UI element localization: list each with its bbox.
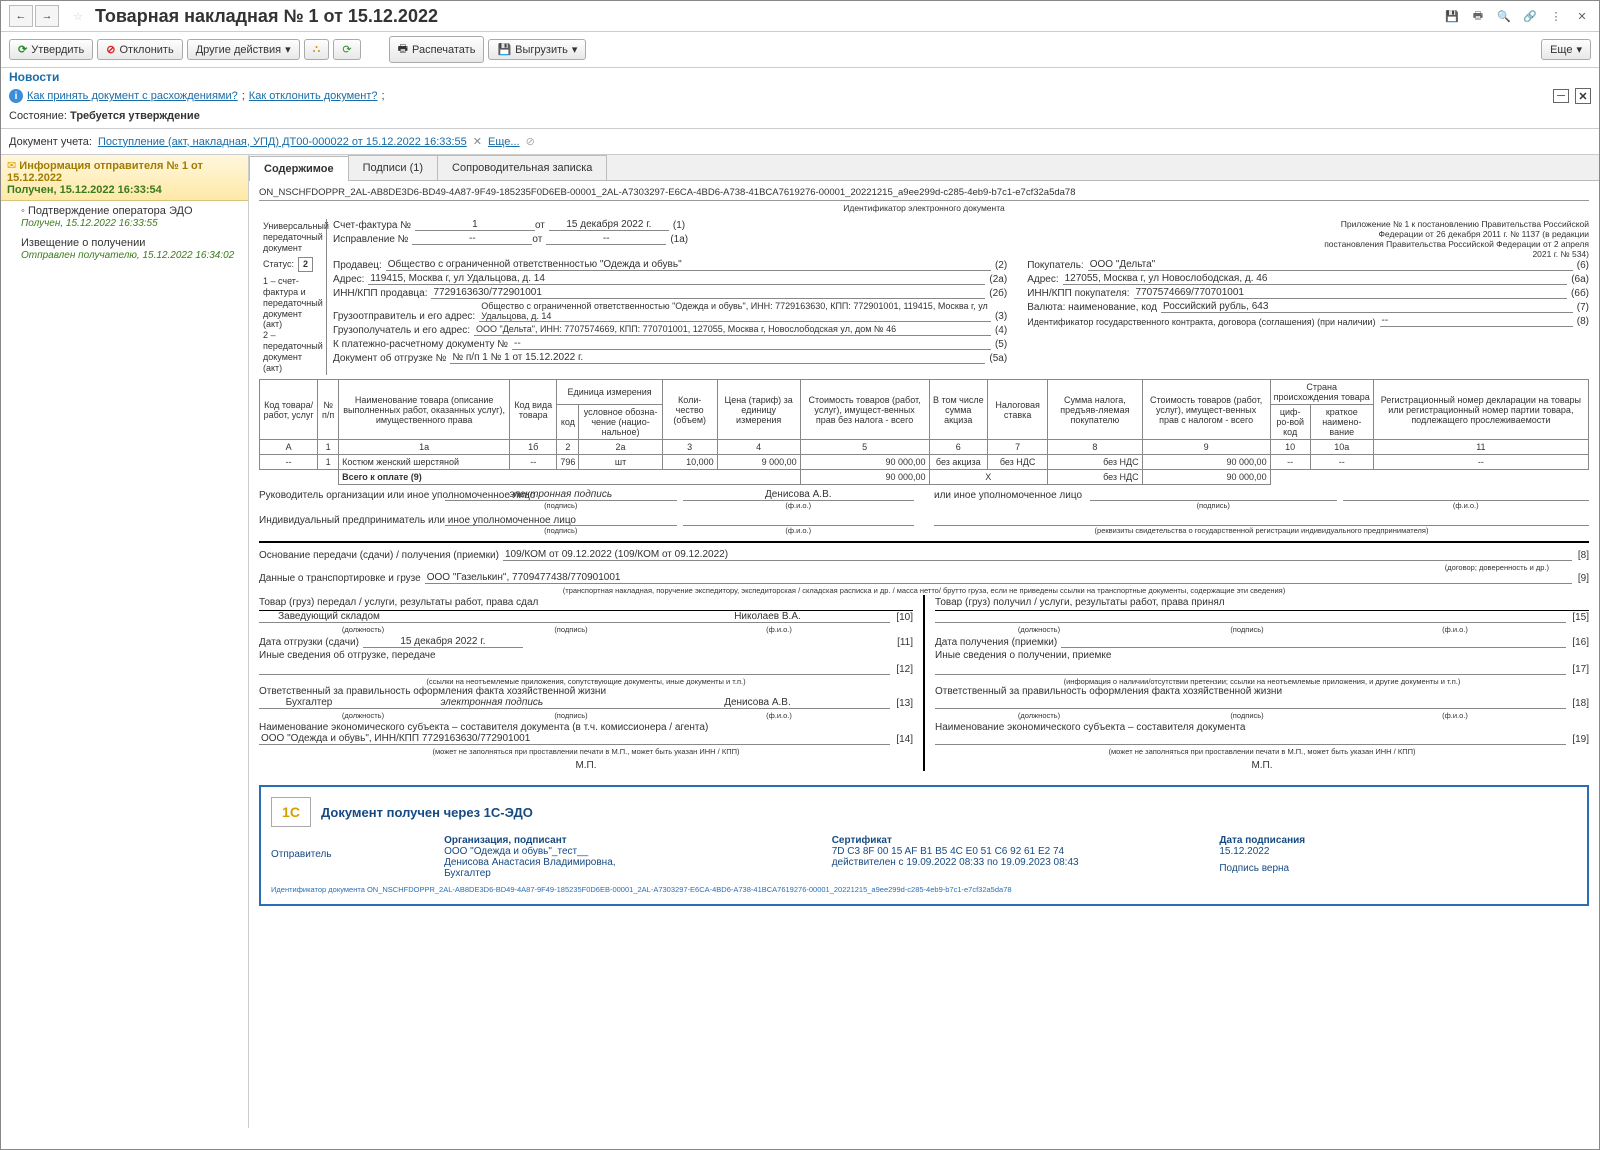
tab-signatures[interactable]: Подписи (1) xyxy=(348,155,438,180)
save-icon[interactable]: 💾 xyxy=(1443,7,1461,25)
edo-box: 1C Документ получен через 1С-ЭДО Отправи… xyxy=(259,785,1589,906)
state-label: Состояние: xyxy=(9,110,67,122)
check-icon: ⟳ xyxy=(18,43,27,56)
total-row: Всего к оплате (9)90 000,00Xбез НДС90 00… xyxy=(260,470,1589,485)
invoice-table: Код товара/ работ, услуг№ п/пНаименовани… xyxy=(259,379,1589,485)
approve-button[interactable]: ⟳Утвердить xyxy=(9,39,93,60)
help-link-1[interactable]: Как принять документ с расхождениями? xyxy=(27,90,238,102)
back-button[interactable]: ← xyxy=(9,5,33,27)
status-value: 2 xyxy=(298,257,313,272)
bullet-icon: ◦ xyxy=(21,205,25,217)
tab-content[interactable]: Содержимое xyxy=(249,156,349,181)
more-button[interactable]: Еще ▾ xyxy=(1541,39,1591,60)
edo-logo: 1C xyxy=(271,797,311,827)
print-icon[interactable]: 🖶 xyxy=(1469,7,1487,25)
refresh-icon: ⟳ xyxy=(342,43,351,56)
export-button[interactable]: 💾Выгрузить ▾ xyxy=(488,39,586,60)
help-link-2[interactable]: Как отклонить документ? xyxy=(249,90,378,102)
doc-more-link[interactable]: Еще... xyxy=(488,136,520,148)
signature-valid: Подпись верна xyxy=(1219,863,1577,874)
side-item-1[interactable]: ◦ Подтверждение оператора ЭДО Получен, 1… xyxy=(1,201,248,233)
doc-label: Документ учета: xyxy=(9,136,92,148)
tab-note[interactable]: Сопроводительная записка xyxy=(437,155,607,180)
reject-button[interactable]: ⊘Отклонить xyxy=(97,39,182,60)
doc-clear[interactable]: ✕ xyxy=(473,135,482,148)
forward-button[interactable]: → xyxy=(35,5,59,27)
printer-icon: 🖶 xyxy=(398,40,408,59)
tree-button[interactable]: ⛬ xyxy=(304,39,330,60)
doc-identifier-sub: Идентификатор электронного документа xyxy=(259,203,1589,213)
side-item-2[interactable]: Извещение о получении Отправлен получате… xyxy=(1,233,248,265)
news-label: Новости xyxy=(1,68,1599,86)
upd-left-col: Универсальный передаточный документ Стат… xyxy=(259,219,327,375)
doc-identifier: ON_NSCHFDOPPR_2AL-AB8DE3D6-BD49-4A87-9F4… xyxy=(259,187,1589,201)
doc-link[interactable]: Поступление (акт, накладная, УПД) ДТ00-0… xyxy=(98,136,467,148)
regulation-note: Приложение № 1 к постановлению Правитель… xyxy=(1309,219,1589,259)
star-icon[interactable]: ☆ xyxy=(67,5,89,27)
state-value: Требуется утверждение xyxy=(70,110,200,122)
mail-in-icon: ✉ xyxy=(7,160,16,172)
page-title: Товарная накладная № 1 от 15.12.2022 xyxy=(95,6,1443,27)
sidebar: ✉ Информация отправителя № 1 от 15.12.20… xyxy=(1,155,249,1128)
sidebar-header[interactable]: ✉ Информация отправителя № 1 от 15.12.20… xyxy=(1,155,248,201)
refresh-button[interactable]: ⟳ xyxy=(333,39,360,60)
stop-icon: ⊘ xyxy=(106,43,115,56)
document-area: ON_NSCHFDOPPR_2AL-AB8DE3D6-BD49-4A87-9F4… xyxy=(249,181,1599,1124)
lock-icon: ⊘ xyxy=(526,135,535,148)
search-icon[interactable]: 🔍 xyxy=(1495,7,1513,25)
info-minimize[interactable]: ─ xyxy=(1553,89,1569,103)
kebab-icon[interactable]: ⋮ xyxy=(1547,7,1565,25)
table-row: --1Костюм женский шерстяной--796шт10,000… xyxy=(260,455,1589,470)
info-icon: i xyxy=(9,89,23,103)
other-actions-button[interactable]: Другие действия ▾ xyxy=(187,39,300,60)
info-close[interactable]: ✕ xyxy=(1575,88,1591,104)
close-icon[interactable]: ✕ xyxy=(1573,7,1591,25)
tree-icon: ⛬ xyxy=(313,43,321,56)
disk-icon: 💾 xyxy=(497,43,511,56)
print-button[interactable]: 🖶Распечатать xyxy=(389,36,485,63)
link-icon[interactable]: 🔗 xyxy=(1521,7,1539,25)
